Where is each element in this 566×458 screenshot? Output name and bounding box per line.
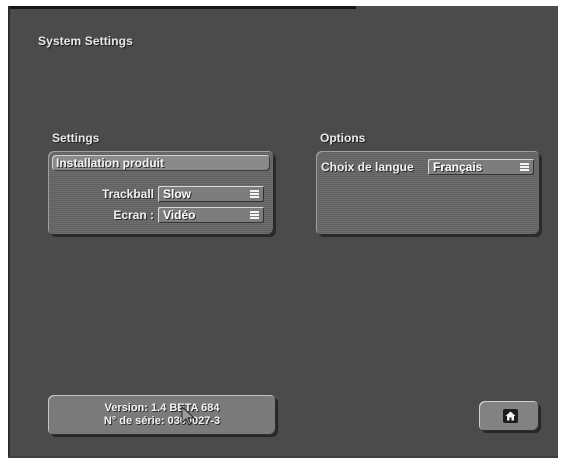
settings-section-label: Settings xyxy=(52,131,100,145)
top-border xyxy=(8,6,356,9)
options-panel: Choix de langue Français xyxy=(316,151,540,235)
page-title: System Settings xyxy=(38,34,133,48)
langue-dropdown[interactable]: Français xyxy=(428,159,534,175)
serial-number-text: N° de série: 0300027-3 xyxy=(103,415,221,427)
home-icon xyxy=(503,409,518,423)
version-text: Version: 1.4 BETA 684 xyxy=(104,402,220,414)
settings-panel: Installation produit Trackball Slow Ecra… xyxy=(48,151,274,235)
installation-produit-button[interactable]: Installation produit xyxy=(52,155,270,171)
ecran-label: Ecran : xyxy=(113,208,154,222)
menu-lines-icon xyxy=(520,163,529,171)
trackball-dropdown[interactable]: Slow xyxy=(158,186,264,202)
ecran-dropdown[interactable]: Vidéo xyxy=(158,207,264,223)
langue-value: Français xyxy=(433,160,483,174)
trackball-value: Slow xyxy=(163,187,192,201)
version-info-box: Version: 1.4 BETA 684 N° de série: 03000… xyxy=(48,395,276,435)
home-button[interactable] xyxy=(479,401,539,431)
menu-lines-icon xyxy=(250,190,259,198)
menu-lines-icon xyxy=(250,211,259,219)
options-section-label: Options xyxy=(320,131,366,145)
ecran-value: Vidéo xyxy=(163,208,196,222)
settings-screen: System Settings Settings Installation pr… xyxy=(8,6,558,458)
trackball-label: Trackball xyxy=(101,187,154,201)
left-edge xyxy=(8,6,10,458)
langue-label: Choix de langue xyxy=(321,160,414,174)
